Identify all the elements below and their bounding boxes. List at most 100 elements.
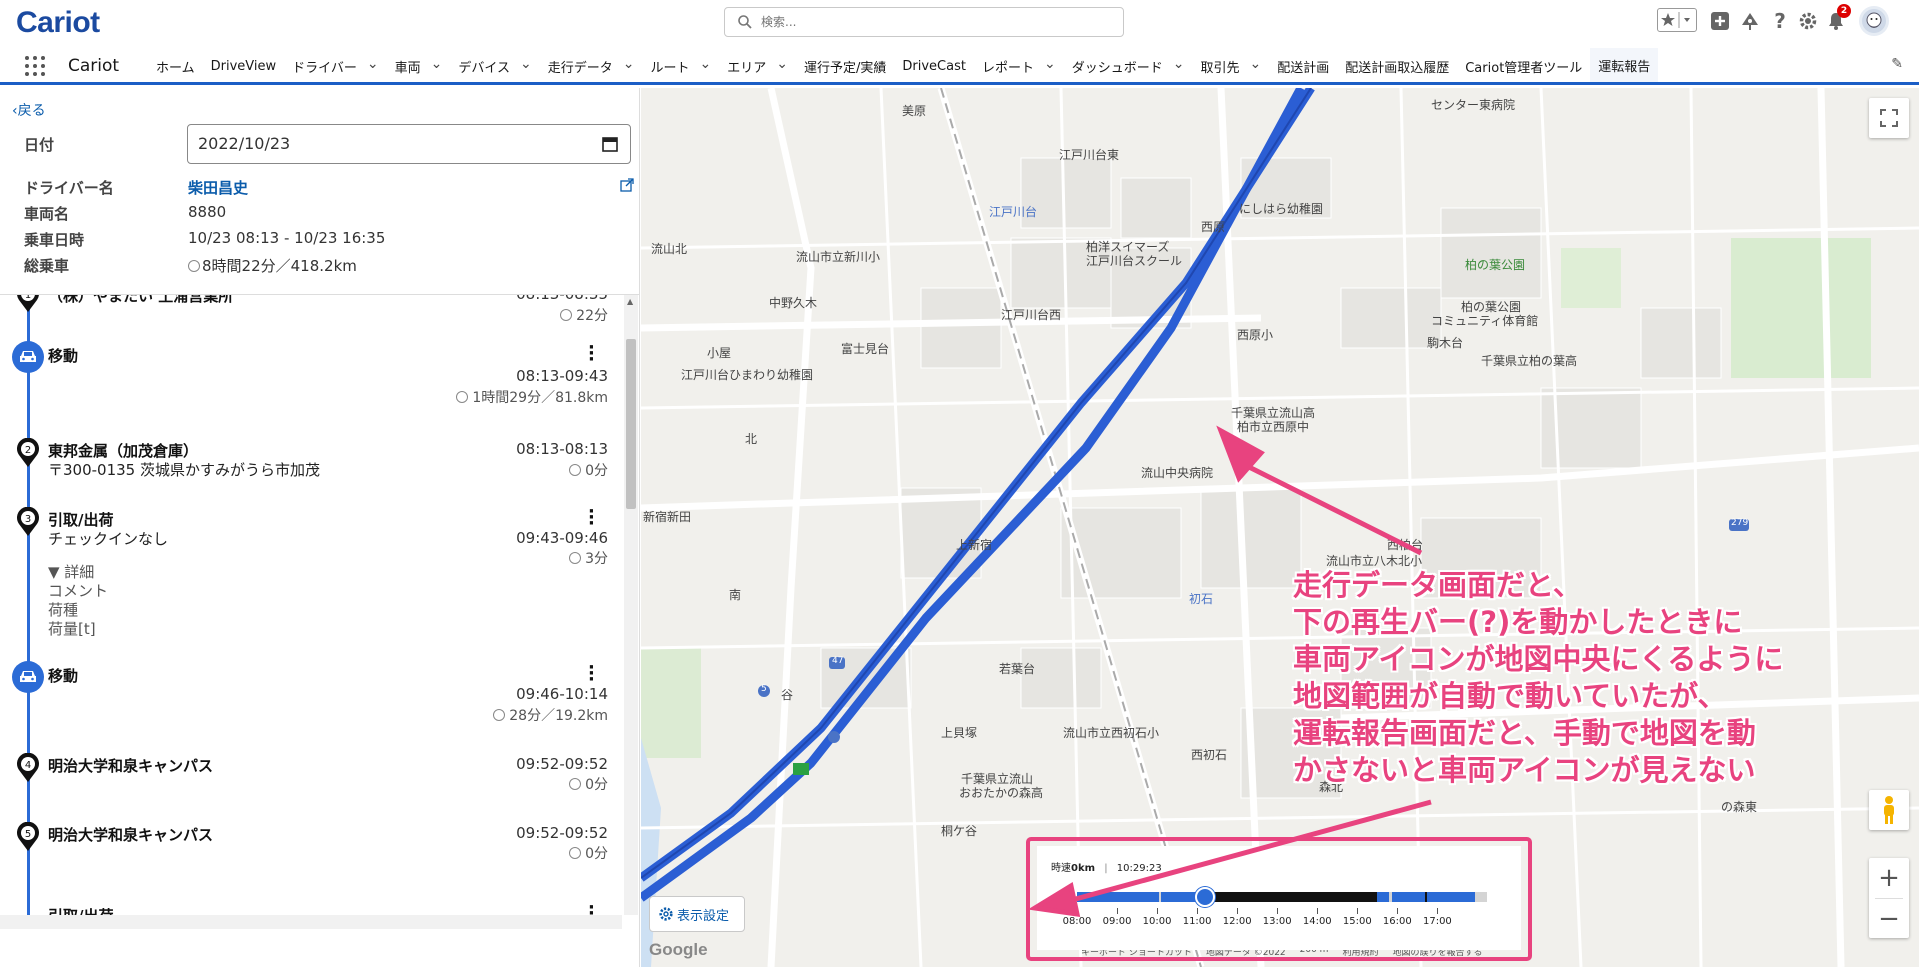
scroll-up-arrow-icon[interactable]: ▲ bbox=[627, 297, 633, 306]
settings-gear-icon[interactable] bbox=[1795, 8, 1821, 34]
driver-label: ドライバー名 bbox=[24, 179, 114, 197]
notification-badge: 2 bbox=[1837, 4, 1851, 18]
chevron-down-icon[interactable]: ⌄ bbox=[520, 56, 532, 72]
total-value: 8時間22分／418.2km bbox=[188, 255, 357, 276]
stop-duration: 0分 bbox=[569, 460, 608, 480]
stop-title: 引取/出荷 bbox=[48, 905, 113, 915]
nav-tab[interactable]: 取引先 ⌄ bbox=[1192, 48, 1269, 85]
playback-slider-knob[interactable] bbox=[1195, 887, 1215, 907]
street-view-pegman[interactable] bbox=[1869, 790, 1909, 830]
stop-pin-icon: 4 bbox=[17, 753, 39, 782]
map-label: おおたかの森高 bbox=[959, 786, 1044, 800]
chevron-down-icon[interactable]: ⌄ bbox=[1044, 56, 1056, 72]
global-search[interactable] bbox=[724, 7, 1124, 37]
nav-tab-label: Cariot管理者ツール bbox=[1465, 61, 1583, 76]
axis-tick bbox=[1317, 908, 1319, 914]
nav-tab-label: ルート bbox=[650, 61, 690, 76]
driver-name-link[interactable]: 柴田昌史 bbox=[188, 177, 248, 198]
nav-tab[interactable]: エリア ⌄ bbox=[719, 48, 796, 85]
google-logo: Google bbox=[649, 940, 708, 959]
stop-duration: 22分 bbox=[560, 305, 608, 325]
nav-tab[interactable]: ドライバー ⌄ bbox=[284, 48, 386, 85]
scrollbar-thumb[interactable] bbox=[626, 339, 636, 509]
nav-tab-label: 運転報告 bbox=[1598, 59, 1651, 75]
nav-tab[interactable]: 配送計画取込履歴 bbox=[1337, 48, 1457, 85]
nav-tab[interactable]: ダッシュボード ⌄ bbox=[1064, 48, 1193, 85]
horizontal-scrollbar[interactable] bbox=[0, 915, 622, 929]
ride-row: 乗車日時 10/23 08:13 - 10/23 16:35 bbox=[0, 224, 640, 250]
nav-tab[interactable]: ホーム bbox=[148, 48, 203, 85]
app-launcher-icon[interactable] bbox=[25, 56, 45, 76]
total-label: 総乗車 bbox=[24, 257, 70, 275]
nav-tab[interactable]: 走行データ ⌄ bbox=[540, 48, 643, 85]
nav-tab[interactable]: Cariot管理者ツール bbox=[1457, 48, 1590, 85]
map-label: 若葉台 bbox=[999, 662, 1036, 676]
timeline-scrollbar[interactable]: ▲ bbox=[624, 295, 638, 915]
map-label: 江戸川台ひまわり幼稚園 bbox=[681, 368, 814, 382]
zoom-out-button[interactable]: − bbox=[1869, 899, 1909, 939]
map-label: センター東病院 bbox=[1431, 98, 1516, 112]
chevron-down-icon[interactable]: ⌄ bbox=[1249, 56, 1261, 72]
detail-toggle[interactable]: ▼ 詳細 bbox=[48, 563, 94, 582]
display-settings-button[interactable]: 表示設定 bbox=[649, 896, 745, 932]
chevron-down-icon[interactable]: ⌄ bbox=[700, 56, 712, 72]
vehicle-value: 8880 bbox=[188, 203, 227, 221]
back-link[interactable]: ‹戻る bbox=[12, 100, 46, 120]
nav-tab[interactable]: 運行予定/実績 bbox=[796, 48, 894, 85]
nav-tab-label: 配送計画取込履歴 bbox=[1345, 61, 1450, 76]
user-avatar[interactable] bbox=[1859, 6, 1889, 36]
clock-icon bbox=[560, 309, 573, 321]
cariot-logo[interactable]: Cariot bbox=[16, 6, 100, 40]
fullscreen-button[interactable] bbox=[1869, 98, 1909, 138]
more-actions-icon[interactable]: ··· bbox=[588, 339, 595, 369]
clock-icon bbox=[493, 709, 506, 721]
map-view[interactable]: 47 5 279 美原 江戸川台東 江戸川台 西原 にしはら幼稚園 柏洋スイマー… bbox=[641, 88, 1919, 967]
playback-time: 10:29:23 bbox=[1116, 863, 1162, 874]
chevron-down-icon[interactable]: ⌄ bbox=[623, 56, 635, 72]
favorites-icon[interactable] bbox=[1657, 8, 1697, 32]
chevron-down-icon[interactable]: ⌄ bbox=[776, 56, 788, 72]
nav-tab[interactable]: DriveView bbox=[203, 48, 285, 85]
stop-duration: 0分 bbox=[569, 843, 608, 863]
chevron-down-icon[interactable]: ⌄ bbox=[1173, 56, 1185, 72]
trailhead-icon[interactable] bbox=[1737, 8, 1763, 34]
axis-tick-label: 11:00 bbox=[1182, 916, 1212, 927]
stop-pin-icon: 3 bbox=[17, 507, 39, 536]
nav-tab[interactable]: ルート ⌄ bbox=[642, 48, 719, 85]
nav-tab[interactable]: 車両 ⌄ bbox=[387, 48, 451, 85]
map-label: 西原 bbox=[1201, 220, 1226, 234]
nav-tab[interactable]: 運転報告 bbox=[1590, 48, 1659, 85]
calendar-icon[interactable] bbox=[602, 136, 618, 152]
zoom-in-button[interactable]: + bbox=[1869, 858, 1909, 898]
nav-tab-label: DriveCast bbox=[902, 59, 966, 74]
clock-icon bbox=[569, 778, 582, 790]
nav-tab[interactable]: DriveCast bbox=[894, 48, 974, 85]
car-icon bbox=[12, 341, 44, 373]
date-input[interactable]: 2022/10/23 bbox=[187, 124, 631, 164]
nav-tab-label: 配送計画 bbox=[1277, 61, 1330, 76]
nav-tab[interactable]: 配送計画 bbox=[1269, 48, 1337, 85]
zoom-controls: + − bbox=[1869, 858, 1909, 938]
more-actions-icon[interactable]: ··· bbox=[588, 503, 595, 533]
external-link-icon[interactable] bbox=[620, 178, 634, 192]
more-actions-icon[interactable]: ··· bbox=[588, 899, 595, 916]
playback-track[interactable] bbox=[1077, 887, 1487, 907]
stop-time: 08:13-08:13 bbox=[516, 440, 608, 458]
map-label: 桐ケ谷 bbox=[941, 824, 978, 838]
chevron-down-icon[interactable]: ⌄ bbox=[431, 56, 443, 72]
nav-tab[interactable]: レポート ⌄ bbox=[974, 48, 1064, 85]
nav-tab[interactable]: デバイス ⌄ bbox=[450, 48, 539, 85]
notifications-bell-icon[interactable]: 2 bbox=[1823, 4, 1851, 34]
stop-title: 明治大学和泉キャンパス bbox=[48, 826, 214, 844]
more-actions-icon[interactable]: ··· bbox=[588, 659, 595, 689]
chevron-down-icon[interactable]: ⌄ bbox=[367, 56, 379, 72]
vehicle-row: 車両名 8880 bbox=[0, 198, 640, 224]
global-actions-icon[interactable] bbox=[1707, 8, 1733, 34]
svg-text:4: 4 bbox=[25, 760, 31, 771]
search-input[interactable] bbox=[761, 13, 1111, 31]
stop-duration: 0分 bbox=[569, 774, 608, 794]
edit-nav-pencil-icon[interactable]: ✎ bbox=[1891, 56, 1903, 72]
help-icon[interactable]: ? bbox=[1767, 8, 1793, 34]
axis-tick bbox=[1277, 908, 1279, 914]
map-label: 西初石 bbox=[1191, 748, 1228, 762]
